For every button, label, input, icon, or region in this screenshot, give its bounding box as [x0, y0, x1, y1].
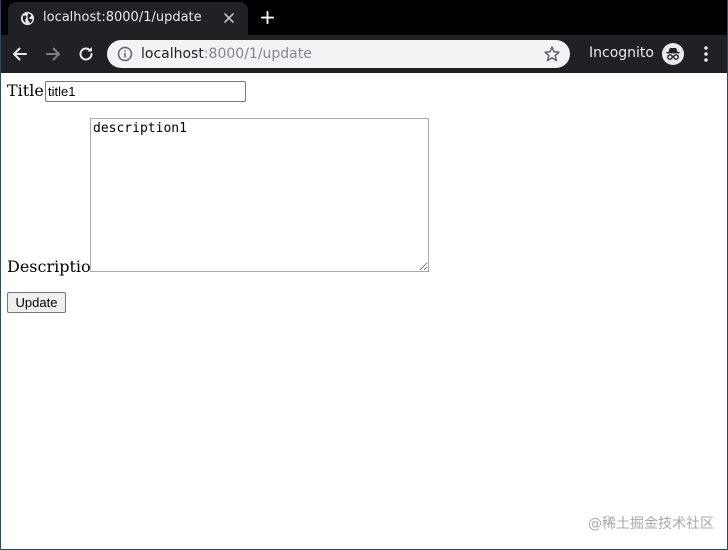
description-textarea[interactable]: description1	[90, 118, 429, 272]
url-host: localhost	[141, 46, 204, 62]
title-label: Title:	[7, 81, 50, 100]
reload-icon[interactable]	[76, 44, 96, 64]
browser-window: localhost:8000/1/update localhost:8000/1…	[0, 0, 728, 550]
watermark-text: @稀土掘金技术社区	[588, 516, 714, 532]
incognito-label[interactable]: Incognito	[589, 45, 654, 62]
star-icon[interactable]	[543, 45, 561, 63]
arrow-left-icon[interactable]	[10, 44, 30, 64]
tab-title: localhost:8000/1/update	[43, 10, 202, 25]
plus-icon[interactable]	[260, 10, 275, 25]
address-bar[interactable]: localhost:8000/1/update	[107, 40, 570, 68]
tab-active[interactable]: localhost:8000/1/update	[8, 2, 248, 35]
info-icon[interactable]	[117, 46, 133, 62]
url-path: :8000/1/update	[203, 46, 312, 62]
url-text[interactable]: localhost:8000/1/update	[141, 45, 312, 63]
globe-icon	[20, 11, 35, 26]
update-button[interactable]: Update	[7, 292, 66, 313]
incognito-icon[interactable]	[661, 42, 685, 66]
page-content: Title: Description: description1 Update …	[0, 73, 728, 550]
close-icon[interactable]	[223, 12, 235, 24]
tab-strip: localhost:8000/1/update	[0, 0, 728, 35]
browser-toolbar: localhost:8000/1/update Incognito	[0, 35, 728, 73]
kebab-menu-icon[interactable]	[698, 44, 714, 64]
title-input[interactable]	[45, 81, 246, 102]
arrow-right-icon[interactable]	[43, 44, 63, 64]
